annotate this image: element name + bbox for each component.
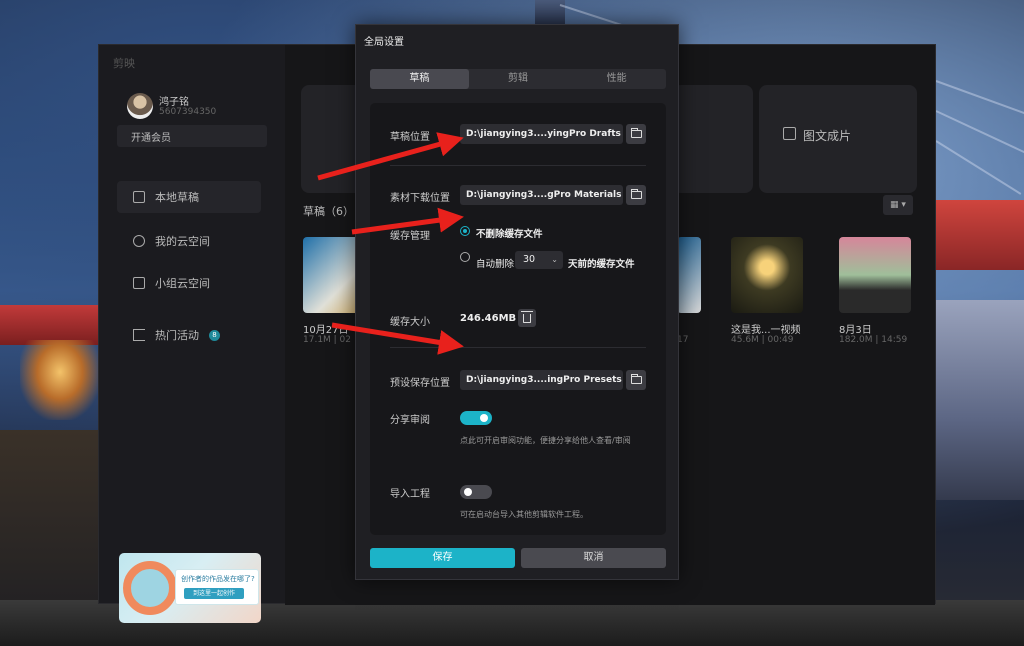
promo-banner[interactable]: 创作者的作品发在哪了? 到这里一起创作 [119, 553, 261, 623]
share-review-hint: 点此可开启审阅功能，便捷分享给他人查看/审阅 [460, 436, 631, 445]
settings-tabs: 草稿 剪辑 性能 [370, 69, 666, 89]
sidebar-item-local-drafts[interactable]: 本地草稿 [117, 181, 261, 213]
dialog-title: 全局设置 [364, 37, 404, 48]
sidebar-item-label: 我的云空间 [155, 235, 210, 248]
radio-auto-delete[interactable] [460, 252, 470, 262]
wallpaper-bridge-left [0, 305, 100, 345]
draft-thumbnail[interactable] [839, 237, 911, 313]
feature-card[interactable] [673, 85, 753, 193]
folder-icon [630, 128, 642, 138]
wallpaper-bridge-right [936, 200, 1024, 270]
import-project-toggle[interactable] [460, 485, 492, 499]
sidebar-item-cloud[interactable]: 我的云空间 [117, 225, 261, 257]
chevron-down-icon: ⌄ [551, 255, 558, 264]
swim-ring-illustration [123, 561, 177, 615]
toggle-knob [464, 488, 472, 496]
cache-size-label: 缓存大小 [390, 317, 430, 328]
share-review-toggle[interactable] [460, 411, 492, 425]
wallpaper-city-lights [20, 340, 100, 420]
divider [390, 165, 646, 166]
draft-location-label: 草稿位置 [390, 132, 430, 143]
tab-drafts[interactable]: 草稿 [370, 69, 469, 89]
image-text-icon [783, 127, 796, 140]
image-text-video-card[interactable]: 图文成片 [759, 85, 917, 193]
draft-title: 10月27日 [303, 325, 349, 336]
sidebar-item-events[interactable]: 热门活动 8 [117, 319, 261, 351]
sidebar-item-label: 小组云空间 [155, 277, 210, 290]
import-project-label: 导入工程 [390, 489, 430, 500]
promo-card: 创作者的作品发在哪了? 到这里一起创作 [175, 569, 259, 605]
folder-icon [630, 189, 642, 199]
clear-cache-button[interactable] [518, 309, 536, 327]
material-download-browse-button[interactable] [626, 185, 646, 205]
flag-icon [133, 329, 145, 341]
cancel-button[interactable]: 取消 [521, 548, 666, 568]
user-id: 5607394350 [159, 107, 217, 117]
save-button[interactable]: 保存 [370, 548, 515, 568]
draft-thumbnail[interactable] [677, 237, 701, 313]
sidebar: 鸿子铭 5607394350 开通会员 本地草稿 我的云空间 小组云空间 热门活… [99, 83, 279, 623]
vip-button[interactable]: 开通会员 [117, 125, 267, 147]
avatar[interactable] [127, 93, 153, 119]
drafts-heading: 草稿（6） [303, 205, 354, 218]
group-icon [133, 277, 145, 289]
user-name: 鸿子铭 [159, 97, 189, 108]
tab-editing[interactable]: 剪辑 [469, 69, 568, 89]
cache-size-value: 246.46MB [460, 313, 517, 324]
share-review-label: 分享审阅 [390, 415, 430, 426]
promo-text: 创作者的作品发在哪了? [181, 575, 255, 583]
global-settings-dialog: 全局设置 草稿 剪辑 性能 草稿位置 D:\jiangying3....ying… [355, 24, 679, 580]
keep-cache-label: 不删除缓存文件 [476, 229, 543, 240]
app-title: 剪映 [113, 57, 135, 70]
settings-panel: 草稿位置 D:\jiangying3....yingPro Drafts 素材下… [370, 103, 666, 535]
toggle-knob [480, 414, 488, 422]
draft-title: 8月3日 [839, 325, 872, 336]
auto-delete-label: 自动删除 [476, 259, 515, 270]
folder-icon [630, 374, 642, 384]
sidebar-item-label: 热门活动 [155, 329, 199, 342]
tab-performance[interactable]: 性能 [567, 69, 666, 89]
wallpaper-water-right [936, 300, 1024, 500]
draft-location-browse-button[interactable] [626, 124, 646, 144]
sidebar-item-group-cloud[interactable]: 小组云空间 [117, 267, 261, 299]
preset-location-label: 预设保存位置 [390, 378, 450, 389]
grid-view-icon[interactable]: ▦ ▾ [883, 195, 913, 215]
draft-meta: 182.0M | 14:59 [839, 335, 908, 345]
draft-title: 这是我...一视频 [731, 325, 801, 336]
days-value: 30 [523, 254, 536, 265]
preset-location-field[interactable]: D:\jiangying3....ingPro Presets [460, 370, 623, 390]
draft-location-field[interactable]: D:\jiangying3....yingPro Drafts [460, 124, 623, 144]
events-badge: 8 [209, 329, 220, 341]
folder-icon [133, 191, 145, 203]
sidebar-item-label: 本地草稿 [155, 191, 199, 204]
radio-keep-cache[interactable] [460, 226, 470, 236]
cache-management-label: 缓存管理 [390, 231, 430, 242]
trash-icon [521, 310, 533, 323]
auto-delete-days-select[interactable]: 30 ⌄ [515, 251, 563, 269]
divider [390, 347, 646, 348]
preset-location-browse-button[interactable] [626, 370, 646, 390]
draft-meta: 45.6M | 00:49 [731, 335, 794, 345]
user-card[interactable]: 鸿子铭 5607394350 开通会员 [117, 83, 267, 147]
material-download-field[interactable]: D:\jiangying3....gPro Materials [460, 185, 623, 205]
auto-delete-suffix: 天前的缓存文件 [568, 259, 635, 270]
promo-cta[interactable]: 到这里一起创作 [184, 588, 244, 599]
import-project-hint: 可在启动台导入其他剪辑软件工程。 [460, 510, 588, 519]
cloud-icon [133, 235, 145, 247]
draft-meta: 17.1M | 02 [303, 335, 352, 345]
material-download-label: 素材下载位置 [390, 193, 450, 204]
card-label: 图文成片 [803, 129, 852, 143]
draft-thumbnail[interactable] [731, 237, 803, 313]
